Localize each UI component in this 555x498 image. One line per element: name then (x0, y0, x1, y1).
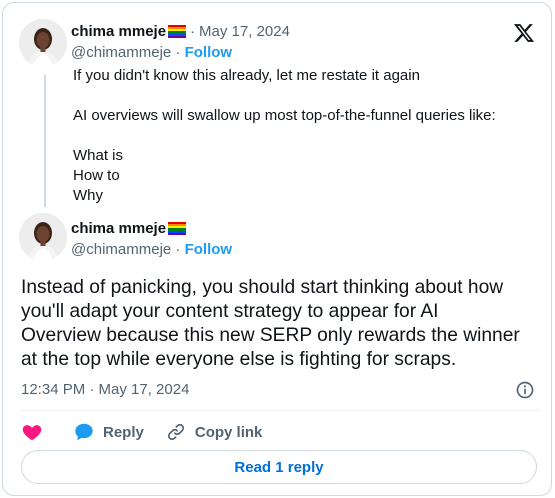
quoted-tweet-date[interactable]: May 17, 2024 (199, 23, 290, 40)
reply-label: Reply (103, 423, 144, 441)
speech-bubble-icon (75, 423, 93, 441)
quoted-tweet-text: If you didn't know this already, let me … (73, 66, 496, 206)
tweet-text-line: Instead of panicking, you should start t… (21, 277, 504, 298)
quoted-author-handle[interactable]: @chimammeje (71, 44, 171, 61)
author-row: chima mmeje (71, 220, 187, 237)
author-name[interactable]: chima mmeje (71, 220, 166, 237)
tweet-text-line: Overview because this new SERP only rewa… (21, 325, 520, 346)
quoted-author-row: chima mmeje · May 17, 2024 (71, 23, 290, 40)
copy-link-label: Copy link (194, 423, 263, 441)
author-handle[interactable]: @chimammeje (71, 241, 171, 258)
heart-icon (22, 425, 42, 441)
read-replies-label: Read 1 reply (234, 458, 324, 476)
info-icon[interactable] (515, 380, 535, 400)
tweet-timestamp[interactable]: 12:34 PM · May 17, 2024 (21, 381, 189, 398)
quoted-text-line: What is (73, 147, 124, 164)
quoted-text-blank-line (73, 126, 496, 146)
read-replies-button[interactable]: Read 1 reply (21, 450, 537, 484)
quoted-text-line: AI overviews will swallow up most top-of… (73, 107, 496, 124)
x-logo-icon[interactable] (513, 22, 535, 44)
link-icon (167, 423, 184, 441)
tweet-text-line: at the top while everyone else is fighti… (21, 349, 457, 370)
quoted-text-line: How to (73, 167, 120, 184)
thread-connector-line (44, 75, 46, 207)
divider (21, 410, 539, 411)
handle-separator: · (175, 241, 181, 258)
avatar-portrait-image (19, 213, 67, 261)
avatar-portrait-image (19, 19, 67, 67)
handle-separator: · (175, 44, 181, 61)
meta-separator: · (190, 23, 196, 40)
author-handle-row: @chimammeje · Follow (71, 241, 232, 258)
quoted-text-blank-line (73, 86, 496, 106)
quoted-follow-button[interactable]: Follow (185, 44, 233, 61)
quoted-author-name[interactable]: chima mmeje (71, 23, 166, 40)
rainbow-flag-icon (168, 25, 187, 38)
tweet-embed-card: chima mmeje · May 17, 2024 @chimammeje ·… (2, 2, 552, 496)
tweet-text: Instead of panicking, you should start t… (21, 276, 541, 372)
like-button[interactable] (21, 421, 43, 443)
quoted-author-avatar[interactable] (19, 19, 67, 67)
reply-action-button[interactable]: Reply (73, 421, 144, 443)
quoted-text-line: Why (73, 187, 103, 204)
copy-link-button[interactable]: Copy link (166, 422, 263, 442)
rainbow-flag-icon (168, 222, 187, 235)
follow-button[interactable]: Follow (185, 241, 233, 258)
author-avatar[interactable] (19, 213, 67, 261)
tweet-text-line: you'll adapt your content strategy to ap… (21, 301, 439, 322)
action-bar: Reply Copy link (21, 421, 262, 443)
quoted-text-line: If you didn't know this already, let me … (73, 67, 420, 84)
quoted-handle-row: @chimammeje · Follow (71, 44, 232, 61)
